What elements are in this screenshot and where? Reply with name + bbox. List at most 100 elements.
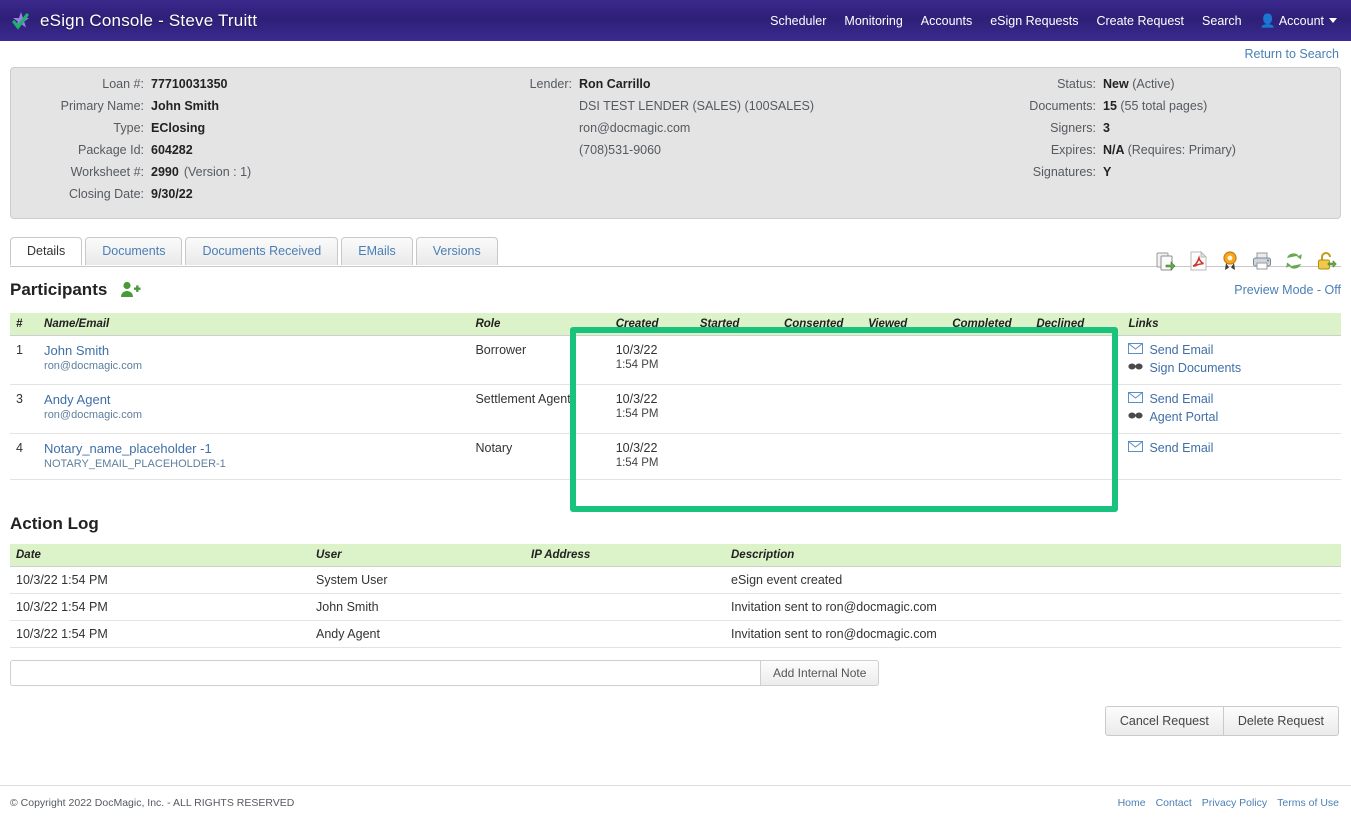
log-user: Andy Agent: [310, 620, 525, 648]
row-links: Send Email Agent Portal: [1114, 384, 1341, 434]
row-created: 10/3/22 1:54 PM: [609, 335, 694, 385]
worksheet-label: Worksheet #:: [70, 165, 144, 179]
participant-name-link[interactable]: Notary_name_placeholder -1: [44, 441, 463, 456]
summary-left-column: Loan #: 77710031350 Primary Name: John S…: [11, 77, 501, 218]
notary-seal-icon[interactable]: [1219, 250, 1241, 272]
account-label: Account: [1278, 13, 1324, 28]
cancel-request-button[interactable]: Cancel Request: [1104, 706, 1224, 736]
unlock-icon[interactable]: [1315, 250, 1337, 272]
participant-name-link[interactable]: Andy Agent: [44, 392, 463, 407]
row-completed: [946, 384, 1031, 434]
nav-create-request[interactable]: Create Request: [1096, 14, 1184, 28]
tab-documents-received[interactable]: Documents Received: [185, 237, 339, 265]
summary-field-type: Type: EClosing: [11, 121, 501, 143]
row-declined: [1030, 433, 1115, 480]
table-row: 10/3/22 1:54 PM John Smith Invitation se…: [10, 593, 1341, 621]
add-person-icon[interactable]: [119, 279, 141, 301]
account-menu[interactable]: 👤 Account: [1260, 14, 1337, 28]
footer-links: Home Contact Privacy Policy Terms of Use: [1118, 797, 1339, 809]
footer-link-privacy-policy[interactable]: Privacy Policy: [1202, 797, 1267, 809]
primary-name-label: Primary Name:: [60, 99, 144, 113]
refresh-icon[interactable]: [1283, 250, 1305, 272]
tab-emails[interactable]: EMails: [341, 237, 413, 265]
chevron-down-icon: [1329, 18, 1337, 23]
send-email-link[interactable]: Send Email: [1128, 441, 1335, 455]
pdf-icon[interactable]: [1187, 250, 1209, 272]
log-col-ip: IP Address: [525, 544, 725, 567]
row-started: [693, 433, 778, 480]
lender-row-name: Lender: Ron Carrillo: [501, 77, 921, 99]
participants-header: Participants Preview Mode - Off: [10, 279, 1341, 301]
row-declined: [1030, 384, 1115, 434]
log-col-description: Description: [725, 544, 1341, 567]
col-header-num: #: [10, 313, 39, 336]
tab-bar: Details Documents Documents Received EMa…: [10, 237, 1341, 267]
agent-portal-link[interactable]: Agent Portal: [1128, 410, 1335, 424]
internal-note-row: Add Internal Note: [10, 660, 1341, 686]
nav-esign-requests[interactable]: eSign Requests: [990, 14, 1078, 28]
internal-note-input[interactable]: [10, 660, 760, 686]
add-internal-note-button[interactable]: Add Internal Note: [760, 660, 880, 686]
type-value: EClosing: [151, 121, 206, 135]
row-viewed: [862, 384, 947, 434]
summary-field-expires: Expires: N/A (Requires: Primary): [921, 143, 1318, 165]
col-header-viewed: Viewed: [862, 313, 947, 336]
log-col-date: Date: [10, 544, 310, 567]
checkmark-star-icon: [10, 10, 32, 32]
send-email-link[interactable]: Send Email: [1128, 392, 1335, 406]
log-col-user: User: [310, 544, 525, 567]
preview-mode-toggle[interactable]: Preview Mode - Off: [1234, 283, 1341, 297]
log-user: John Smith: [310, 593, 525, 621]
footer: © Copyright 2022 DocMagic, Inc. - ALL RI…: [0, 785, 1351, 819]
send-email-link[interactable]: Send Email: [1128, 343, 1335, 357]
app-title: eSign Console - Steve Truitt: [40, 10, 258, 30]
documents-value: 15 (55 total pages): [1103, 99, 1208, 113]
closing-date-label: Closing Date:: [68, 187, 144, 201]
participant-name-link[interactable]: John Smith: [44, 343, 463, 358]
print-icon[interactable]: [1251, 250, 1273, 272]
log-date: 10/3/22 1:54 PM: [10, 620, 310, 648]
footer-link-contact[interactable]: Contact: [1156, 797, 1192, 809]
nav-scheduler[interactable]: Scheduler: [770, 14, 826, 28]
row-num: 4: [10, 433, 39, 480]
nav-monitoring[interactable]: Monitoring: [844, 14, 902, 28]
copy-documents-icon[interactable]: [1155, 250, 1177, 272]
participant-email: NOTARY_EMAIL_PLACEHOLDER-1: [44, 458, 226, 470]
row-consented: [777, 433, 863, 480]
summary-field-signatures: Signatures: Y: [921, 165, 1318, 187]
footer-link-home[interactable]: Home: [1118, 797, 1146, 809]
row-links: Send Email Sign Documents: [1114, 335, 1341, 385]
request-action-buttons: Cancel Request Delete Request: [0, 706, 1339, 736]
tab-underline: [10, 266, 1341, 267]
package-id-label: Package Id:: [77, 143, 144, 157]
table-row: 4 Notary_name_placeholder -1 NOTARY_EMAI…: [10, 433, 1341, 480]
nav-accounts[interactable]: Accounts: [921, 14, 972, 28]
summary-field-loan: Loan #: 77710031350: [11, 77, 501, 99]
tab-documents[interactable]: Documents: [85, 237, 183, 265]
row-num: 3: [10, 384, 39, 434]
primary-name-value: John Smith: [151, 99, 220, 113]
table-row: 3 Andy Agent ron@docmagic.com Settlement…: [10, 384, 1341, 434]
col-header-role: Role: [469, 313, 610, 336]
lender-row-email: ron@docmagic.com: [501, 121, 921, 143]
participants-table: # Name/Email Role Created Started Consen…: [10, 313, 1341, 480]
action-log-title: Action Log: [10, 514, 99, 533]
person-icon: 👤: [1259, 13, 1276, 28]
lender-phone: (708)531-9060: [579, 143, 662, 157]
log-date: 10/3/22 1:54 PM: [10, 593, 310, 621]
tab-versions[interactable]: Versions: [415, 237, 498, 265]
delete-request-button[interactable]: Delete Request: [1223, 706, 1339, 736]
col-header-declined: Declined: [1030, 313, 1115, 336]
sign-documents-link[interactable]: Sign Documents: [1128, 361, 1335, 375]
return-to-search-link[interactable]: Return to Search: [1245, 47, 1340, 61]
nav-search[interactable]: Search: [1202, 14, 1242, 28]
footer-link-terms-of-use[interactable]: Terms of Use: [1277, 797, 1339, 809]
top-navigation-bar: eSign Console - Steve Truitt Scheduler M…: [0, 0, 1351, 41]
tab-details[interactable]: Details: [10, 237, 83, 265]
return-row: Return to Search: [0, 41, 1351, 67]
nav-links: Scheduler Monitoring Accounts eSign Requ…: [770, 14, 1337, 28]
participant-email: ron@docmagic.com: [44, 409, 143, 421]
closing-date-value: 9/30/22: [151, 187, 193, 201]
type-label: Type:: [113, 121, 144, 135]
row-created: 10/3/22 1:54 PM: [609, 433, 694, 480]
